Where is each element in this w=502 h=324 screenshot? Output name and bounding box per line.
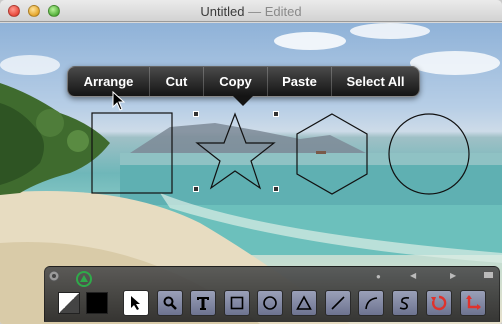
rotate-tool-button[interactable] xyxy=(426,290,452,316)
palette-close-icon[interactable] xyxy=(48,270,60,282)
s-curve-icon xyxy=(399,297,410,310)
palette-next-icon[interactable]: ▶ xyxy=(450,271,456,280)
document-name: Untitled xyxy=(200,4,245,19)
drawn-hexagon[interactable] xyxy=(296,113,368,195)
line-tool-button[interactable] xyxy=(325,290,351,316)
app-window: Untitled — Edited Arrange Cut Copy Paste… xyxy=(0,0,502,324)
line-icon xyxy=(331,296,345,310)
selection-handle[interactable] xyxy=(273,111,279,117)
context-menu-pointer xyxy=(233,96,253,106)
rotate-icon xyxy=(431,295,447,311)
square-icon xyxy=(230,296,244,310)
drawn-star[interactable] xyxy=(195,112,276,190)
palette-resize-icon[interactable] xyxy=(483,271,494,279)
text-t-icon xyxy=(197,297,209,310)
menu-item-paste[interactable]: Paste xyxy=(268,67,332,96)
triangle-tool-button[interactable] xyxy=(291,290,317,316)
mouse-cursor-icon xyxy=(112,91,126,111)
window-title: Untitled — Edited xyxy=(0,4,502,19)
select-tool-button[interactable] xyxy=(123,290,149,316)
palette-prev-icon[interactable]: ◀ xyxy=(410,271,416,280)
zoom-tool-button[interactable] xyxy=(157,290,183,316)
ellipse-tool-button[interactable] xyxy=(257,290,283,316)
arc-icon xyxy=(365,297,378,310)
color-picker-icon[interactable] xyxy=(76,271,92,287)
triangle-icon xyxy=(296,295,312,310)
magnifier-icon xyxy=(163,296,177,310)
stroke-color-swatch[interactable] xyxy=(58,292,80,314)
menu-item-cut[interactable]: Cut xyxy=(150,67,204,96)
rectangle-tool-button[interactable] xyxy=(224,290,250,316)
circle-icon xyxy=(263,296,277,310)
curve-tool-button[interactable] xyxy=(392,290,418,316)
selection-handle[interactable] xyxy=(193,186,199,192)
title-bar[interactable]: Untitled — Edited xyxy=(0,0,502,22)
arrow-cursor-icon xyxy=(131,296,140,310)
selection-handle[interactable] xyxy=(193,111,199,117)
crop-arrows-icon xyxy=(466,295,481,310)
arc-tool-button[interactable] xyxy=(358,290,384,316)
selection-handle[interactable] xyxy=(273,186,279,192)
crop-tool-button[interactable] xyxy=(460,290,486,316)
menu-item-select-all[interactable]: Select All xyxy=(332,67,419,96)
edited-indicator: — Edited xyxy=(248,4,302,19)
menu-item-copy[interactable]: Copy xyxy=(204,67,268,96)
text-tool-button[interactable] xyxy=(190,290,216,316)
palette-dot-icon[interactable]: ● xyxy=(376,272,381,281)
fill-color-swatch[interactable] xyxy=(86,292,108,314)
menu-item-arrange[interactable]: Arrange xyxy=(68,67,150,96)
drawn-rectangle[interactable] xyxy=(91,112,173,194)
drawn-circle[interactable] xyxy=(388,113,470,195)
